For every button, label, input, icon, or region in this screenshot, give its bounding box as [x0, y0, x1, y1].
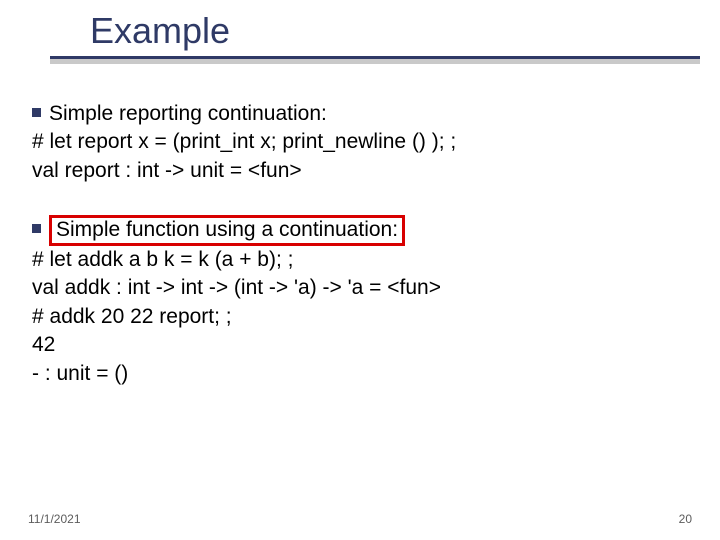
- block-2-heading-line: Simple function using a continuation:: [32, 215, 688, 246]
- block-1-line-2: val report : int -> unit = <fun>: [32, 157, 688, 185]
- block-1: Simple reporting continuation: # let rep…: [32, 100, 688, 185]
- block-1-heading: Simple reporting continuation:: [49, 102, 327, 125]
- title-block: Example: [50, 10, 700, 64]
- slide-title: Example: [90, 10, 700, 52]
- title-underline-shadow: [50, 59, 700, 64]
- highlight-box: Simple function using a continuation:: [49, 215, 405, 246]
- bullet-icon: [32, 224, 41, 233]
- bullet-icon: [32, 108, 41, 117]
- block-2-line-3: # addk 20 22 report; ;: [32, 303, 688, 331]
- block-2-line-4: 42: [32, 331, 688, 359]
- footer-date: 11/1/2021: [28, 512, 81, 526]
- block-2-line-1: # let addk a b k = k (a + b); ;: [32, 246, 688, 274]
- block-2-line-5: - : unit = (): [32, 360, 688, 388]
- block-1-heading-line: Simple reporting continuation:: [32, 100, 688, 128]
- block-2-line-2: val addk : int -> int -> (int -> 'a) -> …: [32, 274, 688, 302]
- block-1-line-1: # let report x = (print_int x; print_new…: [32, 128, 688, 156]
- slide-footer: 11/1/2021 20: [28, 512, 692, 526]
- block-2-heading: Simple function using a continuation:: [56, 218, 398, 241]
- footer-page-number: 20: [679, 512, 692, 526]
- slide-content: Simple reporting continuation: # let rep…: [32, 100, 688, 418]
- block-2: Simple function using a continuation: # …: [32, 215, 688, 388]
